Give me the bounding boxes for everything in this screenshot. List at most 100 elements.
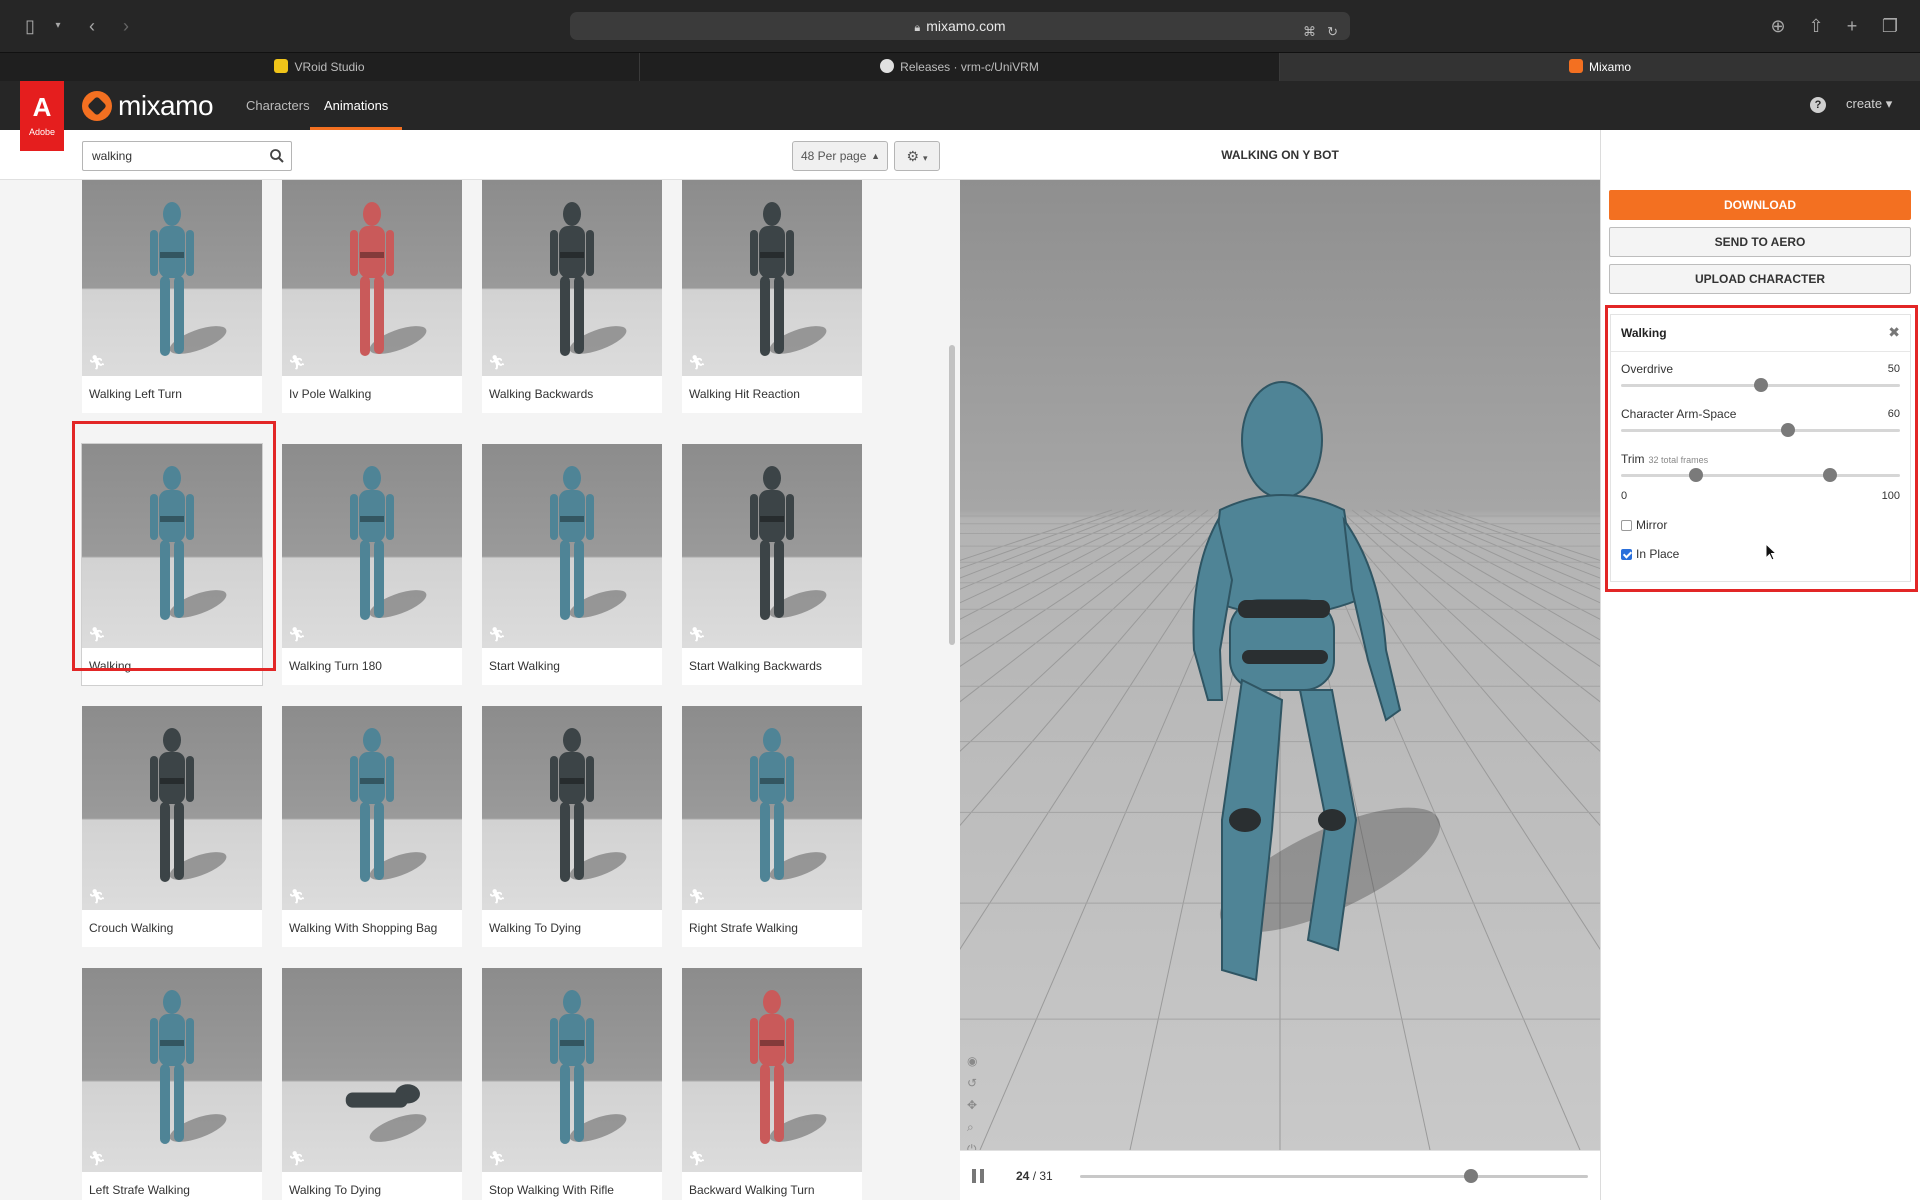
tab-releases[interactable]: Releases · vrm-c/UniVRM xyxy=(640,53,1280,82)
forward-icon[interactable]: › xyxy=(114,14,138,38)
nav-characters[interactable]: Characters xyxy=(246,81,310,130)
animation-card[interactable]: 🏃︎ Start Walking xyxy=(482,444,662,685)
rotate-icon[interactable]: ↺ xyxy=(967,1072,977,1094)
animation-card[interactable]: 🏃︎ Backward Walking Turn xyxy=(682,968,862,1200)
animation-card[interactable]: 🏃︎ Iv Pole Walking xyxy=(282,180,462,413)
downloads-icon[interactable]: ⊕ xyxy=(1766,14,1790,38)
animation-name: Start Walking Backwards xyxy=(689,659,822,673)
animation-card[interactable]: 🏃︎ Crouch Walking xyxy=(82,706,262,947)
animation-thumbnail[interactable]: 🏃︎ xyxy=(282,180,462,376)
animation-thumbnail[interactable]: 🏃︎ xyxy=(482,444,662,648)
search-input[interactable] xyxy=(83,142,253,170)
address-bar[interactable]: 🔒︎ mixamo.com ⌘ ↻ xyxy=(570,12,1350,40)
trim-end-handle[interactable] xyxy=(1823,468,1838,482)
tab-vroid[interactable]: VRoid Studio xyxy=(0,53,640,82)
in-place-run-icon: 🏃︎ xyxy=(488,888,506,904)
animation-thumbnail[interactable]: 🏃︎ xyxy=(82,706,262,910)
scrollbar[interactable] xyxy=(949,345,955,645)
viewer-tools: ◉ ↺ ✥ ⌕ ⏻ ■ xyxy=(967,1050,977,1150)
pause-icon[interactable] xyxy=(972,1169,986,1183)
timeline-track[interactable] xyxy=(1080,1169,1588,1183)
trim-min: 0 xyxy=(1621,490,1628,502)
in-place-run-icon: 🏃︎ xyxy=(88,354,106,370)
animation-card[interactable]: 🏃︎ Walking To Dying xyxy=(282,968,462,1200)
help-icon[interactable]: ? xyxy=(1810,97,1826,113)
download-button[interactable]: DOWNLOAD xyxy=(1609,190,1911,220)
in-place-run-icon: 🏃︎ xyxy=(688,888,706,904)
viewer-title: WALKING ON Y BOT xyxy=(960,130,1600,180)
chevron-down-icon[interactable]: ▾ xyxy=(46,14,70,38)
in-place-checkbox[interactable]: In Place xyxy=(1621,547,1679,561)
mixamo-logo[interactable]: mixamo xyxy=(82,88,214,124)
sidebar-toggle-icon[interactable]: ▯ xyxy=(18,14,42,38)
settings-dropdown[interactable]: ⚙ ▾ xyxy=(894,141,940,171)
animation-thumbnail[interactable]: 🏃︎ xyxy=(282,968,462,1172)
translate-icon[interactable]: ⌘ xyxy=(1303,18,1316,46)
adobe-logo[interactable]: A Adobe xyxy=(20,81,64,151)
overdrive-slider[interactable] xyxy=(1621,378,1900,392)
in-place-run-icon: 🏃︎ xyxy=(288,1150,306,1166)
in-place-box[interactable] xyxy=(1621,548,1632,560)
tab-mixamo[interactable]: Mixamo xyxy=(1280,53,1920,82)
3d-stage[interactable]: ◉ ↺ ✥ ⌕ ⏻ ■ xyxy=(960,180,1600,1150)
animation-thumbnail[interactable]: 🏃︎ xyxy=(482,180,662,376)
adobe-label: Adobe xyxy=(28,127,56,137)
power-icon[interactable]: ⏻ xyxy=(967,1138,977,1150)
upload-character-button[interactable]: UPLOAD CHARACTER xyxy=(1609,264,1911,294)
animation-thumbnail[interactable]: 🏃︎ xyxy=(682,444,862,648)
animation-card[interactable]: 🏃︎ Walking Hit Reaction xyxy=(682,180,862,413)
in-place-run-icon: 🏃︎ xyxy=(488,1150,506,1166)
arm-space-slider[interactable] xyxy=(1621,423,1900,437)
search-icon[interactable] xyxy=(269,148,285,164)
animation-thumbnail[interactable]: 🏃︎ xyxy=(282,706,462,910)
overdrive-slider-handle[interactable] xyxy=(1753,378,1768,392)
search-box[interactable] xyxy=(82,141,292,171)
per-page-select[interactable]: 48 Per page ▲ xyxy=(792,141,888,171)
mirror-box[interactable] xyxy=(1621,519,1632,531)
zoom-icon[interactable]: ⌕ xyxy=(967,1116,977,1138)
overdrive-label: Overdrive xyxy=(1621,362,1674,376)
pan-icon[interactable]: ✥ xyxy=(967,1094,977,1116)
animation-card[interactable]: 🏃︎ Start Walking Backwards xyxy=(682,444,862,685)
trim-start-handle[interactable] xyxy=(1689,468,1704,482)
character-figure xyxy=(350,466,394,620)
create-menu[interactable]: create ▾ xyxy=(1846,96,1892,112)
in-place-run-icon: 🏃︎ xyxy=(688,1150,706,1166)
animation-thumbnail[interactable]: 🏃︎ xyxy=(682,706,862,910)
animation-card[interactable]: 🏃︎ Left Strafe Walking xyxy=(82,968,262,1200)
tab-bar: VRoid Studio Releases · vrm-c/UniVRM Mix… xyxy=(0,52,1920,82)
animation-card[interactable]: 🏃︎ Walking Turn 180 xyxy=(282,444,462,685)
in-place-run-icon: 🏃︎ xyxy=(88,888,106,904)
animation-thumbnail[interactable]: 🏃︎ xyxy=(82,968,262,1172)
animation-name: Walking Turn 180 xyxy=(289,659,382,673)
animation-card[interactable]: 🏃︎ Stop Walking With Rifle xyxy=(482,968,662,1200)
animation-card[interactable]: 🏃︎ Walking Left Turn xyxy=(82,180,262,413)
animation-card[interactable]: 🏃︎ Right Strafe Walking xyxy=(682,706,862,947)
animation-card[interactable]: 🏃︎ Walking Backwards xyxy=(482,180,662,413)
animation-thumbnail[interactable]: 🏃︎ xyxy=(282,444,462,648)
nav-animations[interactable]: Animations xyxy=(310,81,403,130)
animation-card[interactable]: 🏃︎ Walking To Dying xyxy=(482,706,662,947)
animation-thumbnail[interactable]: 🏃︎ xyxy=(82,180,262,376)
trim-max: 100 xyxy=(1881,490,1900,502)
in-place-run-icon: 🏃︎ xyxy=(88,1150,106,1166)
tab-overview-icon[interactable]: ❐ xyxy=(1878,14,1902,38)
timeline-handle[interactable] xyxy=(1464,1169,1479,1183)
character-figure xyxy=(550,728,594,882)
reload-icon[interactable]: ↻ xyxy=(1327,18,1338,46)
send-to-aero-button[interactable]: SEND TO AERO xyxy=(1609,227,1911,257)
animation-thumbnail[interactable]: 🏃︎ xyxy=(682,968,862,1172)
trim-slider[interactable] xyxy=(1621,468,1900,482)
share-icon[interactable]: ⇧ xyxy=(1804,14,1828,38)
animation-thumbnail[interactable]: 🏃︎ xyxy=(682,180,862,376)
arm-space-slider-handle[interactable] xyxy=(1781,423,1796,437)
mirror-checkbox[interactable]: Mirror xyxy=(1621,518,1667,532)
back-icon[interactable]: ‹ xyxy=(80,14,104,38)
camera-reset-icon[interactable]: ◉ xyxy=(967,1050,977,1072)
new-tab-icon[interactable]: + xyxy=(1840,14,1864,38)
animation-thumbnail[interactable]: 🏃︎ xyxy=(482,968,662,1172)
character-figure xyxy=(150,202,194,356)
close-icon[interactable]: ✖ xyxy=(1888,324,1900,341)
animation-thumbnail[interactable]: 🏃︎ xyxy=(482,706,662,910)
animation-card[interactable]: 🏃︎ Walking With Shopping Bag xyxy=(282,706,462,947)
